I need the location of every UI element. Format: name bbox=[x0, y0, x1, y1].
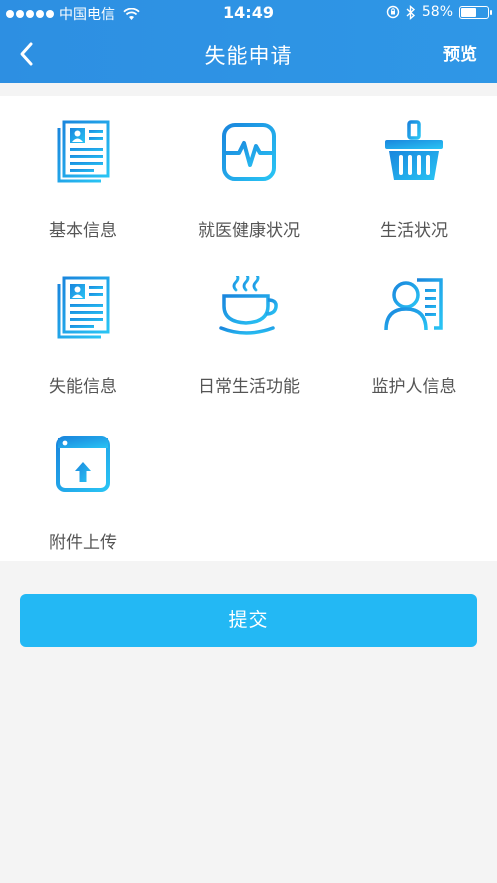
document-card-icon bbox=[57, 276, 110, 339]
grid-item-daily-living[interactable]: 日常生活功能 bbox=[166, 276, 332, 397]
grid-item-label: 附件上传 bbox=[49, 533, 117, 553]
grid-item-label: 生活状况 bbox=[380, 221, 448, 241]
status-bar: 中国电信 14:49 58% bbox=[0, 0, 497, 26]
document-card-icon bbox=[57, 120, 110, 183]
grid-item-label: 日常生活功能 bbox=[198, 377, 300, 397]
orientation-lock-icon bbox=[386, 5, 400, 19]
battery-percentage: 58% bbox=[421, 4, 453, 20]
grid-item-guardian-info[interactable]: 监护人信息 bbox=[331, 276, 497, 397]
upload-icon bbox=[56, 436, 110, 492]
submit-button[interactable]: 提交 bbox=[20, 594, 477, 647]
navigation-bar: 失能申请 预览 bbox=[0, 26, 497, 83]
coffee-cup-icon bbox=[219, 276, 278, 335]
preview-button[interactable]: 预览 bbox=[443, 40, 477, 65]
page-title: 失能申请 bbox=[204, 44, 293, 68]
grid-item-label: 监护人信息 bbox=[371, 377, 457, 397]
guardian-profile-icon bbox=[384, 278, 443, 331]
grid-item-label: 基本信息 bbox=[49, 221, 117, 241]
basket-icon bbox=[385, 120, 443, 180]
header-bar: 中国电信 14:49 58% 失能申请 预览 bbox=[0, 0, 497, 83]
grid-item-label: 失能信息 bbox=[49, 377, 117, 397]
bluetooth-icon bbox=[406, 4, 415, 20]
grid-item-medical-health[interactable]: 就医健康状况 bbox=[166, 120, 332, 241]
battery-icon bbox=[459, 5, 492, 19]
grid-item-disability-info[interactable]: 失能信息 bbox=[0, 276, 166, 397]
heartbeat-monitor-icon bbox=[222, 123, 276, 181]
grid-item-living-condition[interactable]: 生活状况 bbox=[331, 120, 497, 241]
module-grid: 基本信息 就医健康状况 生活状况 失能信息 日常生活功能 监护人信息 附件上传 bbox=[0, 96, 497, 561]
grid-item-basic-info[interactable]: 基本信息 bbox=[0, 120, 166, 241]
grid-item-attachment-upload[interactable]: 附件上传 bbox=[0, 432, 166, 553]
grid-item-label: 就医健康状况 bbox=[198, 221, 300, 241]
